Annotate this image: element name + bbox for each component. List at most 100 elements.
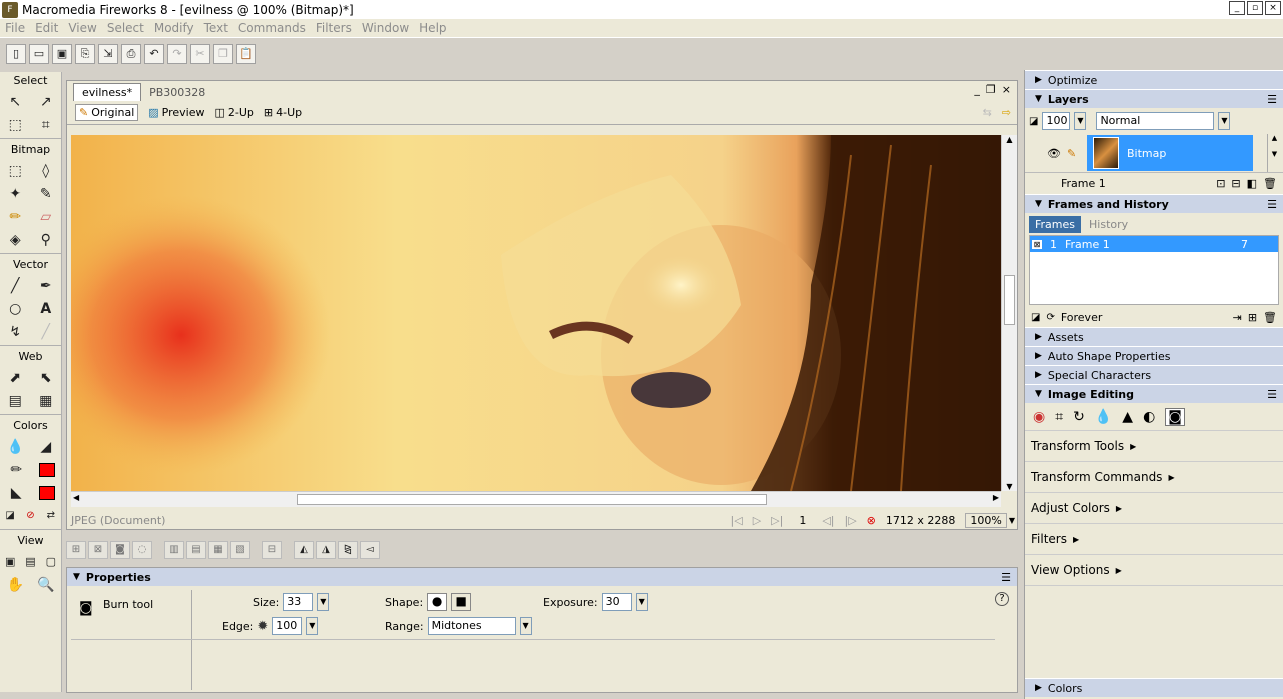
red-eye-icon[interactable]: ◉ bbox=[1033, 409, 1045, 425]
optimize-panel-header[interactable]: ▶ Optimize bbox=[1025, 70, 1283, 89]
knife-tool-icon[interactable]: ╱ bbox=[36, 322, 56, 342]
horizontal-scroll-thumb[interactable] bbox=[297, 494, 767, 505]
join-icon[interactable]: ◙ bbox=[110, 541, 130, 559]
range-select[interactable]: Midtones bbox=[427, 617, 516, 635]
print-icon[interactable]: ⎙ bbox=[121, 44, 141, 64]
align-icon[interactable]: ⊟ bbox=[262, 541, 282, 559]
transform-tools-item[interactable]: Transform Tools ▶ bbox=[1025, 431, 1283, 462]
pointer-tool-icon[interactable]: ↖ bbox=[5, 92, 25, 112]
tab-frames[interactable]: Frames bbox=[1029, 216, 1082, 233]
stop-icon[interactable]: ⊗ bbox=[867, 514, 876, 527]
onion-skin-icon[interactable]: ◪ bbox=[1031, 312, 1040, 323]
menu-filters[interactable]: Filters bbox=[311, 21, 357, 35]
crop-tool-icon[interactable]: ⌗ bbox=[36, 115, 56, 135]
menu-modify[interactable]: Modify bbox=[149, 21, 199, 35]
scroll-up-icon[interactable]: ▲ bbox=[1002, 135, 1017, 144]
paste-icon[interactable]: 📋 bbox=[236, 44, 256, 64]
eyedropper-tool-icon[interactable]: 💧 bbox=[5, 437, 25, 457]
exposure-input[interactable]: 30 bbox=[601, 593, 632, 611]
freeform-tool-icon[interactable]: ↯ bbox=[5, 322, 25, 342]
exposure-dropdown-icon[interactable]: ▼ bbox=[635, 593, 648, 611]
edit-pencil-icon[interactable]: ✎ bbox=[1067, 147, 1076, 160]
prev-frame-icon[interactable]: ◁| bbox=[822, 514, 834, 527]
view-original-button[interactable]: ✎ Original bbox=[75, 104, 139, 121]
menu-view[interactable]: View bbox=[63, 21, 101, 35]
image-editing-menu-icon[interactable]: ☰ bbox=[1267, 388, 1277, 401]
last-frame-icon[interactable]: ▷| bbox=[771, 514, 783, 527]
special-characters-panel-header[interactable]: ▶ Special Characters bbox=[1025, 365, 1283, 384]
opacity-input[interactable]: 100 bbox=[1042, 112, 1071, 130]
view-4up-button[interactable]: ⊞ 4-Up bbox=[264, 106, 302, 119]
subselection-tool-icon[interactable]: ↗ bbox=[36, 92, 56, 112]
auto-shape-panel-header[interactable]: ▶ Auto Shape Properties bbox=[1025, 346, 1283, 365]
hand-tool-icon[interactable]: ✋ bbox=[5, 575, 25, 595]
menu-commands[interactable]: Commands bbox=[233, 21, 311, 35]
panel-menu-icon[interactable]: ☰ bbox=[1001, 571, 1011, 584]
pencil-tool-icon[interactable]: ✏ bbox=[5, 207, 25, 227]
frame-select[interactable]: Frame 1 bbox=[1061, 177, 1106, 190]
blend-mode-select[interactable]: Normal bbox=[1096, 112, 1215, 130]
add-mask-icon[interactable]: ◧ bbox=[1247, 177, 1257, 190]
new-frame-icon[interactable]: ⊞ bbox=[1248, 311, 1257, 324]
cut-icon[interactable]: ✂ bbox=[190, 44, 210, 64]
frame-row[interactable]: ⊠ 1 Frame 1 7 bbox=[1030, 236, 1278, 252]
layer-row[interactable]: 👁 ✎ Bitmap ▲ ▼ bbox=[1025, 134, 1283, 172]
layers-menu-icon[interactable]: ☰ bbox=[1267, 93, 1277, 106]
canvas-image[interactable] bbox=[71, 135, 1001, 491]
next-frame-icon[interactable]: |▷ bbox=[845, 514, 857, 527]
collapse-icon[interactable]: ▼ bbox=[73, 572, 80, 582]
pen-tool-icon[interactable]: ✒ bbox=[36, 276, 56, 296]
minimize-button[interactable]: _ bbox=[1229, 1, 1245, 15]
menu-file[interactable]: File bbox=[0, 21, 30, 35]
ie-sharpen-icon[interactable]: ▲ bbox=[1122, 409, 1133, 425]
slice-tool-icon[interactable]: ⬉ bbox=[36, 368, 56, 388]
group-icon[interactable]: ⊞ bbox=[66, 541, 86, 559]
full-screen-menu-icon[interactable]: ▤ bbox=[20, 552, 40, 572]
rotate-cw-icon[interactable]: ◮ bbox=[316, 541, 336, 559]
range-dropdown-icon[interactable]: ▼ bbox=[519, 617, 532, 635]
filters-item[interactable]: Filters ▶ bbox=[1025, 524, 1283, 555]
help-icon[interactable]: ? bbox=[995, 592, 1009, 606]
layers-panel-header[interactable]: ▼ Layers ☰ bbox=[1025, 89, 1283, 108]
copy-icon[interactable]: ❐ bbox=[213, 44, 233, 64]
lasso-tool-icon[interactable]: ◊ bbox=[36, 161, 56, 181]
vertical-scroll-thumb[interactable] bbox=[1004, 275, 1015, 325]
menu-edit[interactable]: Edit bbox=[30, 21, 63, 35]
redo-icon[interactable]: ↷ bbox=[167, 44, 187, 64]
ie-dodge-icon[interactable]: ◐ bbox=[1143, 409, 1155, 425]
tab-history[interactable]: History bbox=[1083, 216, 1134, 233]
square-shape-icon[interactable]: ■ bbox=[451, 593, 472, 611]
view-options-item[interactable]: View Options ▶ bbox=[1025, 555, 1283, 586]
size-input[interactable]: 33 bbox=[283, 593, 314, 611]
tab-evilness[interactable]: evilness* bbox=[73, 83, 142, 101]
edge-dropdown-icon[interactable]: ▼ bbox=[306, 617, 319, 635]
play-icon[interactable]: ▷ bbox=[753, 514, 761, 527]
blend-dropdown-icon[interactable]: ▼ bbox=[1218, 112, 1231, 130]
blur-tool-icon[interactable]: ◈ bbox=[5, 230, 25, 250]
rotate-ccw-icon[interactable]: ◭ bbox=[294, 541, 314, 559]
vertical-scrollbar[interactable]: ▲ ▼ bbox=[1001, 135, 1017, 491]
new-file-icon[interactable]: ▯ bbox=[6, 44, 26, 64]
menu-help[interactable]: Help bbox=[414, 21, 451, 35]
tab-pb300328[interactable]: PB300328 bbox=[141, 84, 213, 101]
no-color-icon[interactable]: ⊘ bbox=[20, 506, 40, 526]
delete-layer-icon[interactable]: 🗑 bbox=[1263, 177, 1277, 190]
menu-text[interactable]: Text bbox=[199, 21, 233, 35]
save-icon[interactable]: ▣ bbox=[52, 44, 72, 64]
transform-commands-item[interactable]: Transform Commands ▶ bbox=[1025, 462, 1283, 493]
swap-colors-icon[interactable]: ⇄ bbox=[41, 506, 61, 526]
restore-button[interactable]: ▫ bbox=[1247, 1, 1263, 15]
doc-close-button[interactable]: × bbox=[1002, 83, 1011, 96]
magic-wand-icon[interactable]: ✦ bbox=[5, 184, 25, 204]
frame-checkbox-icon[interactable]: ⊠ bbox=[1032, 239, 1042, 249]
new-sublayer-icon[interactable]: ⊡ bbox=[1216, 177, 1225, 190]
ellipse-tool-icon[interactable]: ○ bbox=[5, 299, 25, 319]
ie-blur-icon[interactable]: 💧 bbox=[1095, 409, 1112, 425]
zoom-select[interactable]: 100% bbox=[965, 512, 1007, 528]
ungroup-icon[interactable]: ⊠ bbox=[88, 541, 108, 559]
ie-burn-icon[interactable]: ◙ bbox=[1165, 407, 1185, 426]
eraser-tool-icon[interactable]: ▱ bbox=[36, 207, 56, 227]
flip-horizontal-icon[interactable]: ⧎ bbox=[338, 541, 358, 559]
layers-scrollbar[interactable]: ▲ ▼ bbox=[1267, 134, 1281, 172]
distribute-frames-icon[interactable]: ⇥ bbox=[1233, 311, 1242, 324]
